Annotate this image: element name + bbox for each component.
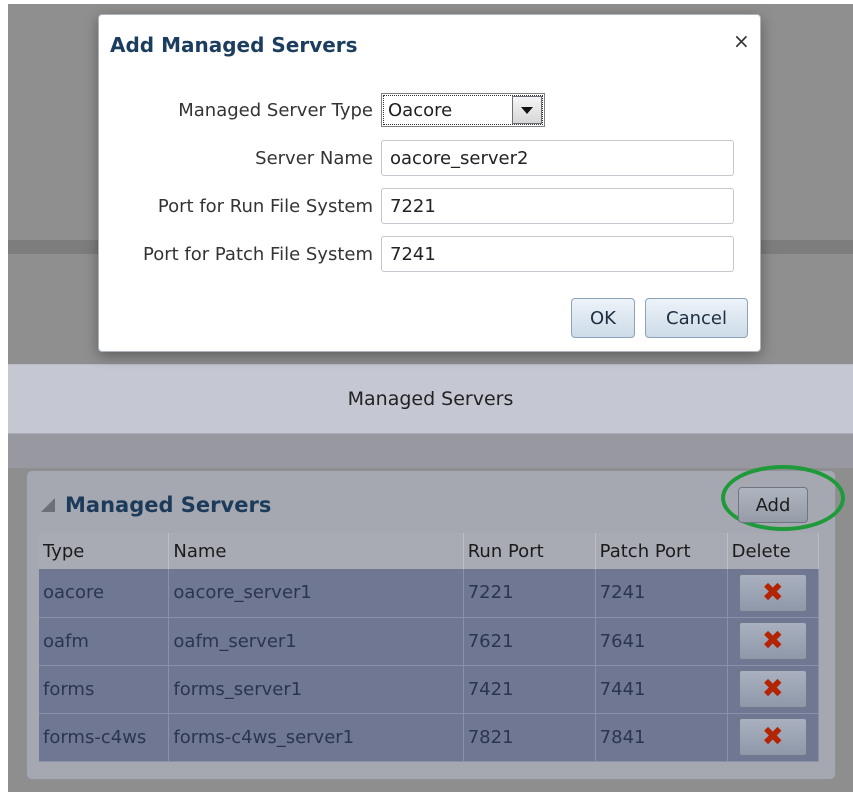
section-header: Managed Servers — [8, 364, 853, 434]
cell-patch-port: 7641 — [595, 617, 728, 666]
add-button-label: Add — [755, 494, 791, 516]
cancel-button-label: Cancel — [666, 307, 727, 329]
section-spacer — [8, 434, 853, 468]
run-port-label: Port for Run File System — [157, 195, 373, 217]
server-name-field[interactable]: oacore_server2 — [381, 140, 734, 176]
cell-patch-port: 7241 — [595, 569, 728, 618]
cell-run-port: 7821 — [463, 713, 596, 762]
delete-button[interactable]: ✖ — [738, 718, 807, 756]
server-name-label: Server Name — [255, 147, 373, 169]
cell-run-port: 7221 — [463, 569, 596, 618]
column-header-name: Name — [168, 533, 464, 569]
managed-servers-table: Type Name Run Port Patch Port Delete oac… — [39, 533, 820, 762]
cell-type: oafm — [39, 617, 170, 666]
cell-patch-port: 7841 — [595, 713, 728, 762]
column-header-patch-port: Patch Port — [595, 533, 728, 569]
delete-x-icon: ✖ — [761, 577, 784, 608]
table-header-row: Type Name Run Port Patch Port Delete — [39, 533, 820, 569]
cancel-button[interactable]: Cancel — [645, 298, 748, 338]
table-row: oacore oacore_server1 7221 7241 ✖ — [39, 569, 820, 618]
cell-type: forms — [39, 665, 170, 714]
column-header-type: Type — [39, 533, 170, 569]
form-row-run-port: Port for Run File System 7221 — [99, 188, 762, 224]
delete-x-icon: ✖ — [761, 674, 784, 704]
add-managed-servers-dialog: Add Managed Servers × Managed Server Typ… — [98, 14, 761, 352]
cell-name: forms_server1 — [168, 665, 464, 714]
table-row: forms-c4ws forms-c4ws_server1 7821 7841 … — [39, 713, 820, 762]
cell-delete: ✖ — [727, 617, 820, 666]
delete-x-icon: ✖ — [761, 722, 784, 752]
column-header-delete: Delete — [727, 533, 820, 569]
form-row-server-type: Managed Server Type Oacore — [99, 92, 762, 128]
delete-button[interactable]: ✖ — [738, 573, 807, 612]
cell-patch-port: 7441 — [595, 665, 728, 714]
cell-name: oafm_server1 — [168, 617, 464, 666]
cell-type: oacore — [39, 569, 170, 618]
dialog-title: Add Managed Servers — [110, 33, 358, 57]
panel-title[interactable]: Managed Servers — [41, 493, 271, 517]
delete-button[interactable]: ✖ — [738, 622, 807, 660]
patch-port-field[interactable]: 7241 — [381, 236, 734, 272]
cell-delete: ✖ — [727, 665, 820, 714]
collapse-triangle-icon[interactable] — [41, 498, 55, 512]
delete-button[interactable]: ✖ — [738, 670, 807, 708]
cell-delete: ✖ — [727, 569, 820, 618]
column-header-run-port: Run Port — [463, 533, 596, 569]
cell-run-port: 7621 — [463, 617, 596, 666]
server-type-value: Oacore — [388, 99, 453, 121]
form-row-server-name: Server Name oacore_server2 — [99, 140, 762, 176]
server-type-label: Managed Server Type — [178, 99, 373, 121]
server-type-select[interactable]: Oacore — [381, 93, 545, 127]
ok-button-label: OK — [590, 307, 616, 329]
delete-x-icon: ✖ — [761, 626, 784, 656]
panel-title-label: Managed Servers — [65, 493, 272, 517]
close-icon[interactable]: × — [733, 29, 750, 53]
chevron-down-icon[interactable] — [512, 96, 542, 124]
cell-name: forms-c4ws_server1 — [168, 713, 464, 762]
ok-button[interactable]: OK — [571, 298, 635, 338]
add-button[interactable]: Add — [738, 487, 808, 523]
cell-run-port: 7421 — [463, 665, 596, 714]
cell-name: oacore_server1 — [168, 569, 464, 618]
section-header-label: Managed Servers — [347, 388, 514, 410]
cell-delete: ✖ — [727, 713, 820, 762]
patch-port-label: Port for Patch File System — [142, 243, 373, 265]
managed-servers-panel: Managed Servers Add Type Name Run Port P… — [26, 465, 845, 780]
table-row: oafm oafm_server1 7621 7641 ✖ — [39, 617, 820, 666]
run-port-field[interactable]: 7221 — [381, 188, 734, 224]
cell-type: forms-c4ws — [39, 713, 170, 762]
form-row-patch-port: Port for Patch File System 7241 — [99, 236, 762, 272]
table-row: forms forms_server1 7421 7441 ✖ — [39, 665, 820, 714]
